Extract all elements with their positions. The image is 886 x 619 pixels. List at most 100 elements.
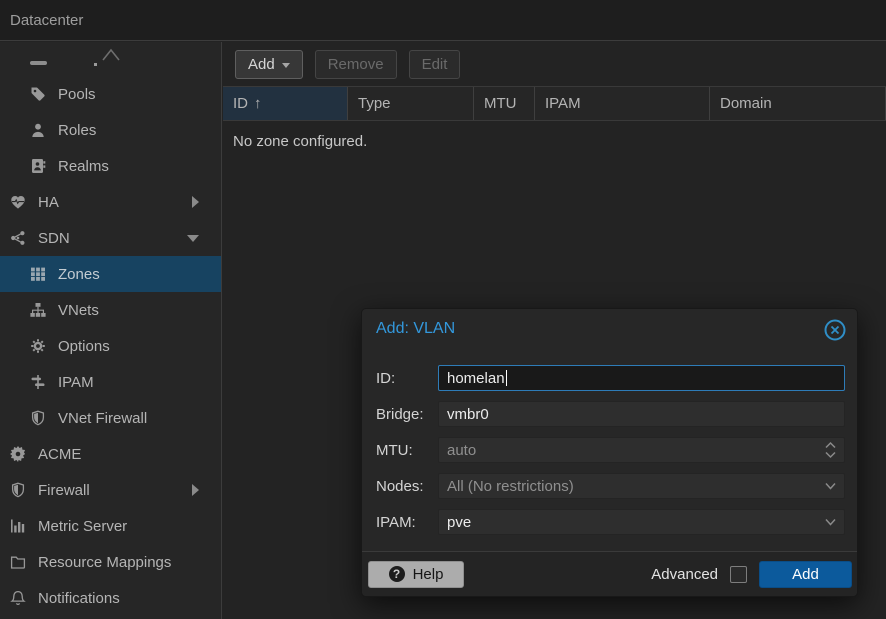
field-label: IPAM: <box>376 514 438 531</box>
sidebar-item-zones[interactable]: Zones <box>0 256 221 292</box>
field-row-nodes: Nodes: All (No restrictions) <box>376 473 845 499</box>
remove-button[interactable]: Remove <box>315 50 397 79</box>
add-button[interactable]: Add <box>235 50 303 79</box>
field-label: MTU: <box>376 442 438 459</box>
button-label: Remove <box>328 56 384 73</box>
top-header-bar: Datacenter <box>0 0 886 41</box>
dialog-header[interactable]: Add: VLAN <box>362 309 857 353</box>
footer-actions: Advanced Add <box>651 561 852 588</box>
bridge-input[interactable]: vmbr0 <box>438 401 845 427</box>
spinner-up-down-icon[interactable] <box>824 441 837 460</box>
sidebar-item-label: Resource Mappings <box>38 554 171 571</box>
ipam-combo[interactable]: pve <box>438 509 845 535</box>
heartbeat-icon <box>10 194 28 210</box>
sidebar-item-pools[interactable]: Pools <box>0 76 221 112</box>
advanced-checkbox[interactable] <box>730 566 747 583</box>
column-label: MTU <box>484 95 517 112</box>
close-icon[interactable] <box>823 318 847 342</box>
address-book-icon <box>30 158 48 174</box>
help-button[interactable]: ? Help <box>368 561 464 588</box>
sidebar: Pools Roles Realms HA SDN Zones VNets Options IP… <box>0 42 222 619</box>
sidebar-item-label: IPAM <box>58 374 94 391</box>
sitemap-icon <box>30 302 48 318</box>
column-label: IPAM <box>545 95 581 112</box>
column-header-id[interactable]: ID↑ <box>223 87 348 120</box>
shield-icon <box>30 410 48 426</box>
field-label: Nodes: <box>376 478 438 495</box>
sidebar-item-label: Firewall <box>38 482 90 499</box>
nodes-combo[interactable]: All (No restrictions) <box>438 473 845 499</box>
caret-down-icon <box>282 63 290 68</box>
sidebar-item-label: Notifications <box>38 590 120 607</box>
id-input[interactable]: homelan <box>438 365 845 391</box>
network-nodes-icon <box>10 230 28 246</box>
folder-icon <box>10 554 28 570</box>
field-row-bridge: Bridge:vmbr0 <box>376 401 845 427</box>
field-row-id: ID:homelan <box>376 365 845 391</box>
bell-icon <box>10 590 28 606</box>
sidebar-item-acme[interactable]: ACME <box>0 436 221 472</box>
column-label: Domain <box>720 95 772 112</box>
mtu-spinner[interactable]: auto <box>438 437 845 463</box>
sidebar-item-ipam[interactable]: IPAM <box>0 364 221 400</box>
sidebar-item-label: Metric Server <box>38 518 127 535</box>
sidebar-item-label: Realms <box>58 158 109 175</box>
sidebar-item-realms[interactable]: Realms <box>0 148 221 184</box>
column-header-ipam[interactable]: IPAM <box>535 87 710 120</box>
sidebar-item-notifications[interactable]: Notifications <box>0 580 221 616</box>
empty-grid-message: No zone configured. <box>233 133 886 150</box>
sidebar-item-metric-server[interactable]: Metric Server <box>0 508 221 544</box>
sidebar-item-resource-mappings[interactable]: Resource Mappings <box>0 544 221 580</box>
chevron-down-icon[interactable] <box>824 518 837 527</box>
dialog-title: Add: VLAN <box>376 320 455 337</box>
column-header-type[interactable]: Type <box>348 87 474 120</box>
caret-down-icon[interactable] <box>187 235 199 242</box>
sidebar-item-firewall[interactable]: Firewall <box>0 472 221 508</box>
add-vlan-dialog: Add: VLAN ID:homelanBridge:vmbr0MTU:auto… <box>361 308 858 597</box>
gear-icon <box>30 338 48 354</box>
sidebar-item-label: SDN <box>38 230 70 247</box>
sidebar-item-label: Zones <box>58 266 100 283</box>
field-placeholder: auto <box>447 442 476 459</box>
dialog-add-button[interactable]: Add <box>759 561 852 588</box>
chevron-down-icon[interactable] <box>824 482 837 491</box>
field-placeholder: All (No restrictions) <box>447 478 574 495</box>
sidebar-item-ha[interactable]: HA <box>0 184 221 220</box>
sidebar-item-clipped[interactable] <box>0 42 221 76</box>
sidebar-item-label: Roles <box>58 122 96 139</box>
edit-button[interactable]: Edit <box>409 50 461 79</box>
dialog-form: ID:homelanBridge:vmbr0MTU:autoNodes:All … <box>362 353 857 551</box>
network-wired-icon <box>30 374 48 390</box>
field-row-ipam: IPAM:pve <box>376 509 845 535</box>
field-label: Bridge: <box>376 406 438 423</box>
field-row-mtu: MTU: auto <box>376 437 845 463</box>
dot-icon <box>94 63 97 66</box>
sidebar-item-label: VNet Firewall <box>58 410 147 427</box>
column-header-domain[interactable]: Domain <box>710 87 886 120</box>
caret-right-icon[interactable] <box>192 196 199 208</box>
caret-right-icon[interactable] <box>192 484 199 496</box>
sidebar-item-roles[interactable]: Roles <box>0 112 221 148</box>
page-title: Datacenter <box>10 12 83 29</box>
sidebar-item-sdn[interactable]: SDN <box>0 220 221 256</box>
sidebar-item-label: HA <box>38 194 59 211</box>
sidebar-item-label: ACME <box>38 446 81 463</box>
minus-icon <box>30 61 47 65</box>
button-label: Add <box>248 56 275 73</box>
toolbar: Add Remove Edit <box>223 42 886 86</box>
column-label: ID <box>233 95 248 112</box>
sidebar-item-vnets[interactable]: VNets <box>0 292 221 328</box>
sidebar-item-vnet-firewall[interactable]: VNet Firewall <box>0 400 221 436</box>
table-header-row: ID↑Type MTU IPAM Domain <box>223 86 886 121</box>
button-label: Edit <box>422 56 448 73</box>
column-header-mtu[interactable]: MTU <box>474 87 535 120</box>
sidebar-item-label: VNets <box>58 302 99 319</box>
text-cursor <box>506 370 508 386</box>
grid-icon <box>30 266 48 282</box>
advanced-label: Advanced <box>651 566 718 583</box>
user-icon <box>30 122 48 138</box>
certificate-icon <box>10 446 28 462</box>
question-circle-icon: ? <box>389 566 405 582</box>
sidebar-item-options[interactable]: Options <box>0 328 221 364</box>
chart-bar-icon <box>10 518 28 534</box>
